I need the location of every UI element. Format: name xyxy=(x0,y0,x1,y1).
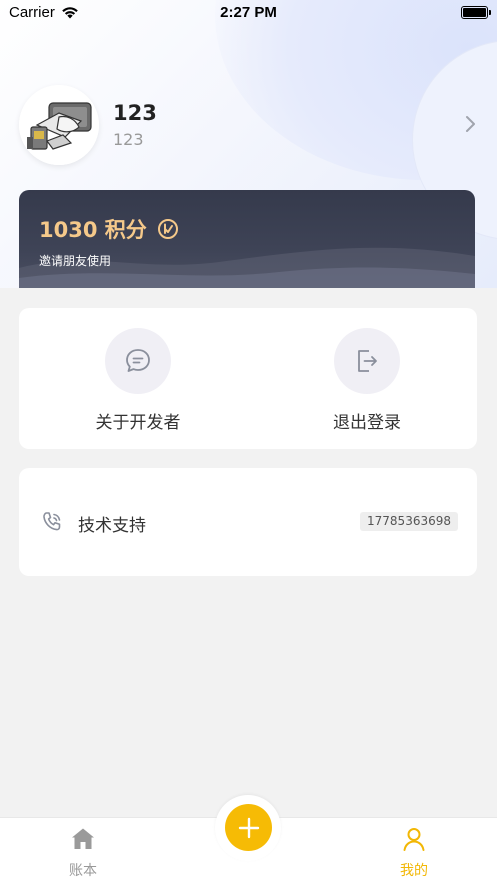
profile-header[interactable]: 123 123 xyxy=(19,85,479,165)
logout-label: 退出登录 xyxy=(333,413,401,433)
tech-support-card[interactable]: 技术支持 17785363698 xyxy=(19,468,477,576)
points-card[interactable]: 1030 积分 邀请朋友使用 xyxy=(19,190,475,288)
logout-button[interactable]: 退出登录 xyxy=(297,328,437,433)
tab-ledger[interactable]: 账本 xyxy=(43,826,123,880)
username: 123 xyxy=(113,101,157,125)
phone-icon xyxy=(43,512,61,531)
support-phone-number[interactable]: 17785363698 xyxy=(360,512,458,531)
about-developer-label: 关于开发者 xyxy=(95,413,181,433)
points-value: 1030 积分 xyxy=(39,214,179,244)
add-record-button[interactable] xyxy=(225,804,272,851)
logout-icon-circle xyxy=(334,328,400,394)
invite-friends-link[interactable]: 邀请朋友使用 xyxy=(39,252,111,269)
person-icon xyxy=(403,828,425,851)
clock: 2:27 PM xyxy=(220,4,277,21)
chat-bubble-icon xyxy=(126,349,150,372)
tech-support-label: 技术支持 xyxy=(78,516,146,536)
about-developer-button[interactable]: 关于开发者 xyxy=(68,328,208,433)
battery-icon xyxy=(461,6,491,19)
avatar[interactable] xyxy=(19,85,99,165)
avatar-illustration xyxy=(19,85,99,165)
home-icon xyxy=(72,828,94,849)
actions-card: 关于开发者 退出登录 xyxy=(19,308,477,449)
user-id: 123 xyxy=(113,130,144,149)
tab-ledger-label: 账本 xyxy=(69,863,97,879)
clock-arrow-icon[interactable] xyxy=(157,218,179,240)
about-developer-icon-circle xyxy=(105,328,171,394)
plus-icon xyxy=(238,817,259,838)
tab-mine[interactable]: 我的 xyxy=(374,826,454,880)
tab-mine-label: 我的 xyxy=(400,863,428,879)
chevron-right-icon[interactable] xyxy=(465,115,477,133)
points-label: 1030 积分 xyxy=(39,218,147,242)
logout-icon xyxy=(358,350,377,372)
status-bar: Carrier 2:27 PM xyxy=(0,0,497,26)
